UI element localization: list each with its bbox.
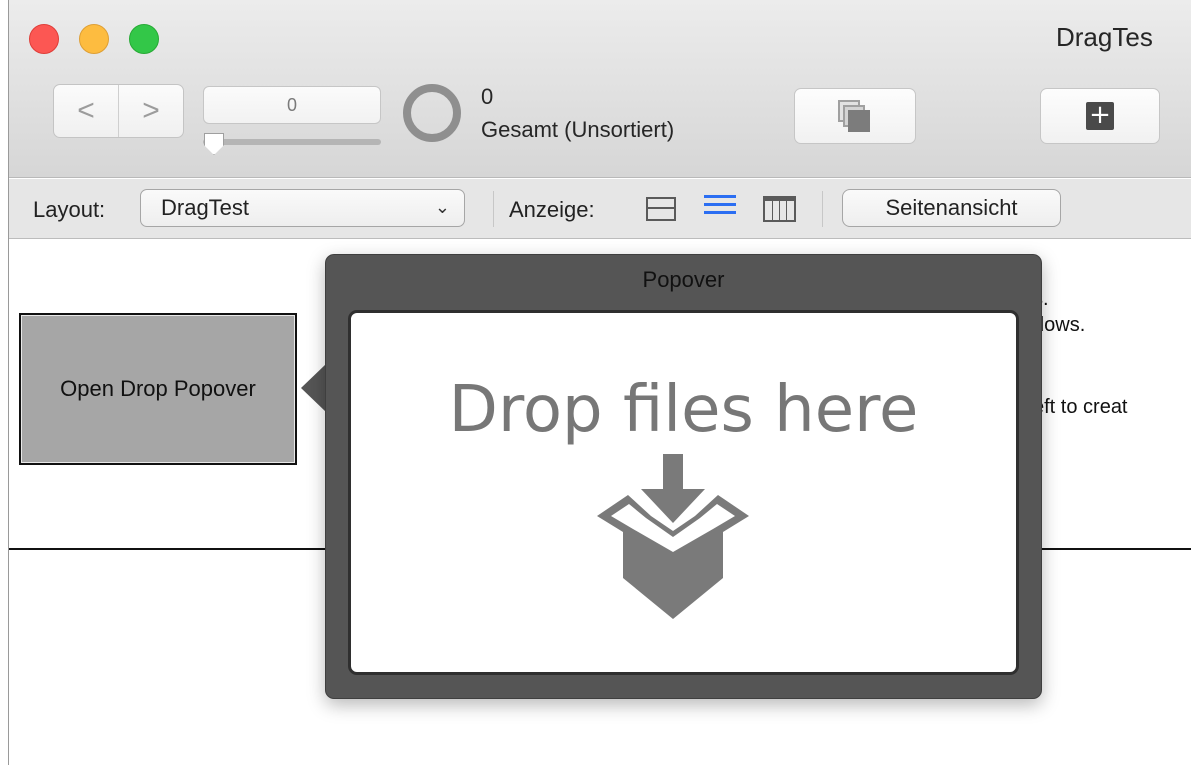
toolbar-divider <box>493 191 494 227</box>
stacked-records-icon <box>838 100 872 132</box>
partial-instruction-line-3: eft to creat <box>1033 396 1128 418</box>
plus-icon: + <box>1086 102 1114 130</box>
chevron-down-icon: ⌄ <box>434 197 450 217</box>
toolbar-divider <box>822 191 823 227</box>
table-view-icon[interactable] <box>763 196 796 222</box>
show-all-records-button[interactable] <box>794 88 916 144</box>
form-view-icon[interactable] <box>646 197 676 221</box>
open-drop-popover-button[interactable]: Open Drop Popover <box>19 313 297 465</box>
minimize-window-button[interactable] <box>79 24 109 54</box>
download-box-icon <box>597 454 749 619</box>
preview-button[interactable]: Seitenansicht <box>842 189 1061 227</box>
drop-zone[interactable]: Drop files here <box>348 310 1019 675</box>
new-record-button[interactable]: + <box>1040 88 1160 144</box>
layout-bar: Layout: DragTest ⌄ Anzeige: Seitenansich… <box>9 179 1191 239</box>
drop-files-text: Drop files here <box>448 373 919 447</box>
window-title: DragTes <box>1056 22 1153 52</box>
layout-content: s. dows. eft to creat Open Drop Popover … <box>9 240 1191 765</box>
app-window: DragTes < > 0 0 Gesamt (Unsortiert) + La… <box>8 0 1191 765</box>
drop-popover: Popover Drop files here <box>325 254 1042 699</box>
window-titlebar: DragTes < > 0 0 Gesamt (Unsortiert) + <box>9 0 1191 178</box>
next-record-button[interactable]: > <box>118 85 183 137</box>
record-progress-icon <box>403 84 461 142</box>
close-window-button[interactable] <box>29 24 59 54</box>
popover-arrow <box>301 364 326 412</box>
found-count: 0 <box>481 84 494 109</box>
previous-record-button[interactable]: < <box>54 85 118 137</box>
popover-title: Popover <box>642 267 725 292</box>
found-status-label: Gesamt (Unsortiert) <box>481 117 675 142</box>
layout-label: Layout: <box>33 197 106 222</box>
view-label: Anzeige: <box>509 197 595 222</box>
record-slider-thumb[interactable] <box>204 133 224 155</box>
layout-select-value: DragTest <box>161 195 250 220</box>
layout-select[interactable]: DragTest ⌄ <box>140 189 465 227</box>
zoom-window-button[interactable] <box>129 24 159 54</box>
record-slider-track[interactable] <box>203 139 381 145</box>
record-number-field[interactable]: 0 <box>203 86 381 124</box>
list-view-icon[interactable] <box>704 195 736 221</box>
record-navigation: < > <box>53 84 184 138</box>
